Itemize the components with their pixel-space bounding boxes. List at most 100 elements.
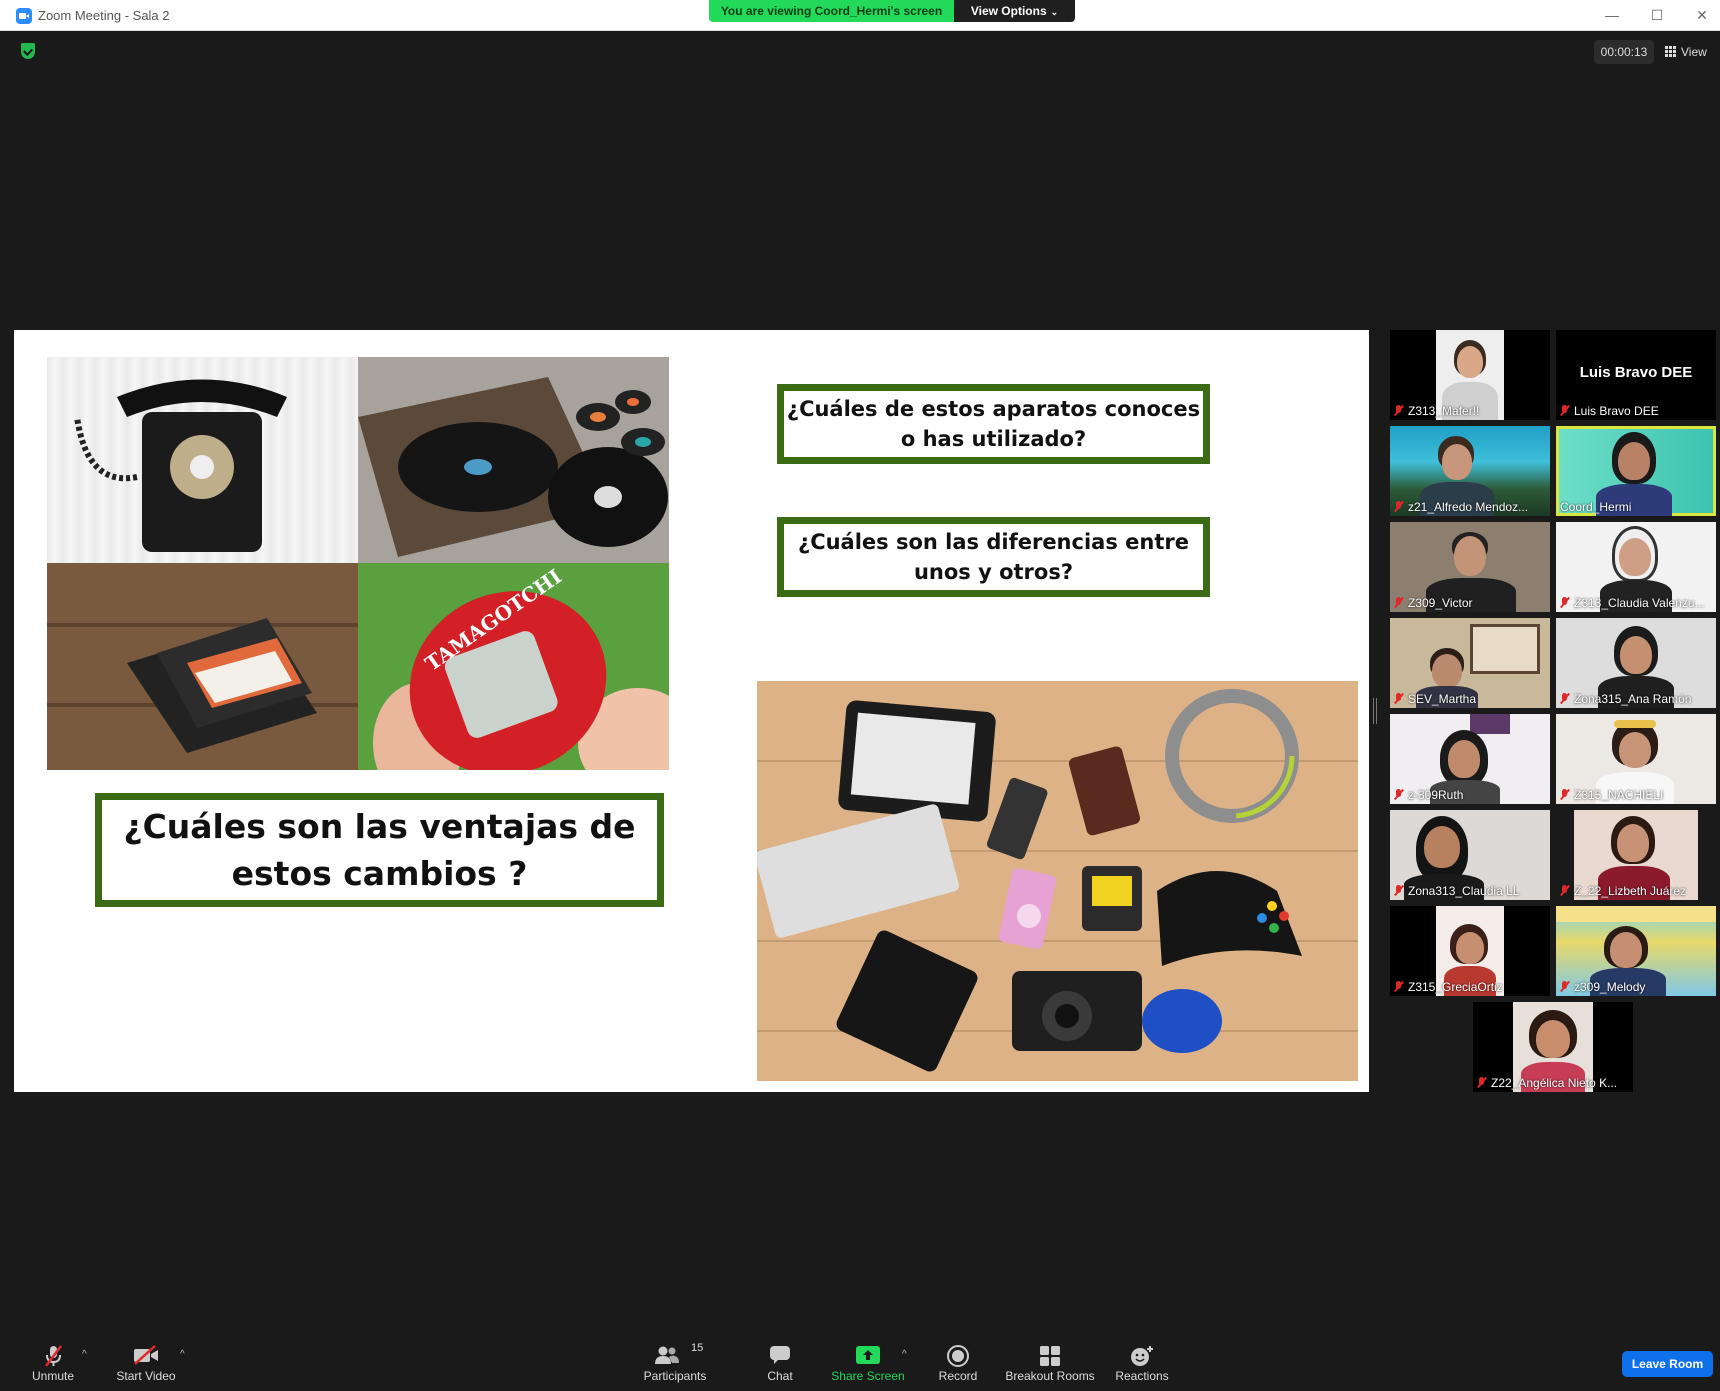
participant-tile[interactable]: Zona315_Ana Ramón xyxy=(1556,618,1716,708)
participant-tile[interactable]: Zona313_Claudia LL xyxy=(1390,810,1550,900)
view-options-label: View Options xyxy=(970,4,1047,18)
reactions-smiley-icon xyxy=(1131,1346,1153,1366)
participant-name: z-309Ruth xyxy=(1408,788,1464,802)
vinyl-records-illustration xyxy=(358,357,669,563)
muted-mic-icon xyxy=(1560,885,1569,896)
reactions-label: Reactions xyxy=(1115,1369,1169,1383)
breakout-rooms-icon xyxy=(1040,1346,1060,1366)
start-video-button[interactable]: Start Video xyxy=(110,1331,182,1391)
minimize-button[interactable]: — xyxy=(1592,4,1632,26)
participant-tile[interactable]: Luis Bravo DEE Luis Bravo DEE xyxy=(1556,330,1716,420)
muted-mic-icon xyxy=(1394,597,1403,608)
chat-bubble-icon xyxy=(770,1346,790,1364)
muted-mic-icon xyxy=(1394,405,1403,416)
participant-tile[interactable]: z-309Ruth xyxy=(1390,714,1550,804)
participant-tile[interactable]: Z313_Claudia Valenzu... xyxy=(1556,522,1716,612)
participant-tile[interactable]: Z309_Victor xyxy=(1390,522,1550,612)
question-advantages-text: ¿Cuáles son las ventajas de estos cambio… xyxy=(123,807,636,893)
record-player-photo xyxy=(358,357,669,563)
muted-mic-icon xyxy=(1394,981,1403,992)
participant-name: z309_Melody xyxy=(1574,980,1646,994)
share-screen-icon xyxy=(856,1346,880,1364)
participants-icon xyxy=(655,1346,679,1364)
participant-name: Z22_Angélica Nieto K... xyxy=(1491,1076,1618,1090)
participant-name: SEV_Martha xyxy=(1408,692,1477,706)
shared-screen-slide: TAMAGOTCHI ¿Cuáles son las ventajas de e… xyxy=(14,330,1369,1092)
zoom-app-icon xyxy=(16,8,32,24)
floppy-disk-illustration xyxy=(47,563,358,770)
maximize-button[interactable]: ☐ xyxy=(1637,4,1677,26)
breakout-rooms-button[interactable]: Breakout Rooms xyxy=(1004,1331,1096,1391)
meeting-toolbar: Unmute ^ Start Video ^ 15 Participants C… xyxy=(0,1331,1720,1391)
video-off-icon xyxy=(134,1345,158,1365)
muted-mic-icon xyxy=(1560,597,1569,608)
tamagotchi-photo: TAMAGOTCHI xyxy=(358,563,669,770)
share-screen-label: Share Screen xyxy=(831,1369,905,1383)
record-icon xyxy=(947,1345,969,1367)
participant-name: Z315_GreciaOrtiz xyxy=(1408,980,1503,994)
muted-mic-icon xyxy=(1394,693,1403,704)
participant-tile[interactable]: Z22_Angélica Nieto K... xyxy=(1473,1002,1633,1092)
participant-tile[interactable]: Z315_GreciaOrtiz xyxy=(1390,906,1550,996)
window-title: Zoom Meeting - Sala 2 xyxy=(38,8,170,23)
muted-microphone-icon xyxy=(45,1345,62,1367)
participant-tile[interactable]: z309_Melody xyxy=(1556,906,1716,996)
participant-name: Z313_Mafer!! xyxy=(1408,404,1480,418)
modern-gadgets-photo xyxy=(757,681,1358,1081)
participant-tile[interactable]: Z315_NACHIELI xyxy=(1556,714,1716,804)
question-differences-box: ¿Cuáles son las diferencias entre unos y… xyxy=(777,517,1210,597)
unmute-label: Unmute xyxy=(31,1369,75,1383)
participants-label: Participants xyxy=(643,1369,707,1383)
participant-display-name: Luis Bravo DEE xyxy=(1579,364,1693,381)
video-options-caret[interactable]: ^ xyxy=(180,1349,188,1360)
muted-mic-icon xyxy=(1560,789,1569,800)
question-known-devices-text: ¿Cuáles de estos aparatos conoces o has … xyxy=(786,397,1201,451)
participant-name: Z313_Claudia Valenzu... xyxy=(1574,596,1705,610)
chat-button[interactable]: Chat xyxy=(752,1331,808,1391)
chat-label: Chat xyxy=(767,1369,793,1383)
muted-mic-icon xyxy=(1560,693,1569,704)
meeting-timer: 00:00:13 xyxy=(1594,40,1654,64)
participant-name: z21_Alfredo Mendoz... xyxy=(1408,500,1529,514)
participant-tile[interactable]: Z_22_Lizbeth Juárez xyxy=(1556,810,1716,900)
unmute-button[interactable]: Unmute xyxy=(22,1331,84,1391)
share-screen-button[interactable]: Share Screen xyxy=(829,1331,907,1391)
participant-name: Luis Bravo DEE xyxy=(1574,404,1659,418)
viewing-screen-banner: You are viewing Coord_Hermi's screen xyxy=(709,0,954,22)
floppy-disks-photo xyxy=(47,563,358,770)
participant-name: Z_22_Lizbeth Juárez xyxy=(1574,884,1687,898)
view-layout-button[interactable]: View xyxy=(1665,40,1715,64)
share-options-caret[interactable]: ^ xyxy=(902,1349,910,1360)
muted-mic-icon xyxy=(1394,789,1403,800)
leave-room-button[interactable]: Leave Room xyxy=(1622,1351,1713,1377)
participant-tile[interactable]: SEV_Martha xyxy=(1390,618,1550,708)
breakout-rooms-label: Breakout Rooms xyxy=(1005,1369,1095,1383)
participants-button[interactable]: 15 Participants xyxy=(640,1331,710,1391)
participant-name: Coord_Hermi xyxy=(1560,500,1632,514)
chevron-down-icon: ⌄ xyxy=(1050,7,1059,17)
muted-mic-icon xyxy=(1394,501,1403,512)
reactions-button[interactable]: Reactions xyxy=(1110,1331,1174,1391)
record-label: Record xyxy=(938,1369,978,1383)
record-button[interactable]: Record xyxy=(930,1331,986,1391)
rotary-phone-photo xyxy=(47,357,358,563)
question-known-devices-box: ¿Cuáles de estos aparatos conoces o has … xyxy=(777,384,1210,464)
gadgets-illustration xyxy=(757,681,1358,1081)
participant-tile[interactable]: z21_Alfredo Mendoz... xyxy=(1390,426,1550,516)
question-advantages-box: ¿Cuáles son las ventajas de estos cambio… xyxy=(95,793,664,907)
encryption-shield-icon[interactable] xyxy=(21,43,35,59)
participant-name: Z309_Victor xyxy=(1408,596,1473,610)
participant-tile[interactable]: Z313_Mafer!! xyxy=(1390,330,1550,420)
question-differences-text: ¿Cuáles son las diferencias entre unos y… xyxy=(798,530,1189,584)
view-options-button[interactable]: View Options ⌄ xyxy=(954,0,1075,22)
participants-count: 15 xyxy=(691,1342,704,1354)
close-button[interactable]: ✕ xyxy=(1682,4,1720,26)
participant-name: Zona315_Ana Ramón xyxy=(1574,692,1692,706)
view-label: View xyxy=(1681,45,1707,59)
muted-mic-icon xyxy=(1477,1077,1486,1088)
participant-name: Zona313_Claudia LL xyxy=(1408,884,1520,898)
participant-tile-active-speaker[interactable]: Coord_Hermi xyxy=(1556,426,1716,516)
audio-options-caret[interactable]: ^ xyxy=(82,1349,90,1360)
resize-divider-handle[interactable] xyxy=(1373,698,1377,724)
participant-name: Z315_NACHIELI xyxy=(1574,788,1664,802)
